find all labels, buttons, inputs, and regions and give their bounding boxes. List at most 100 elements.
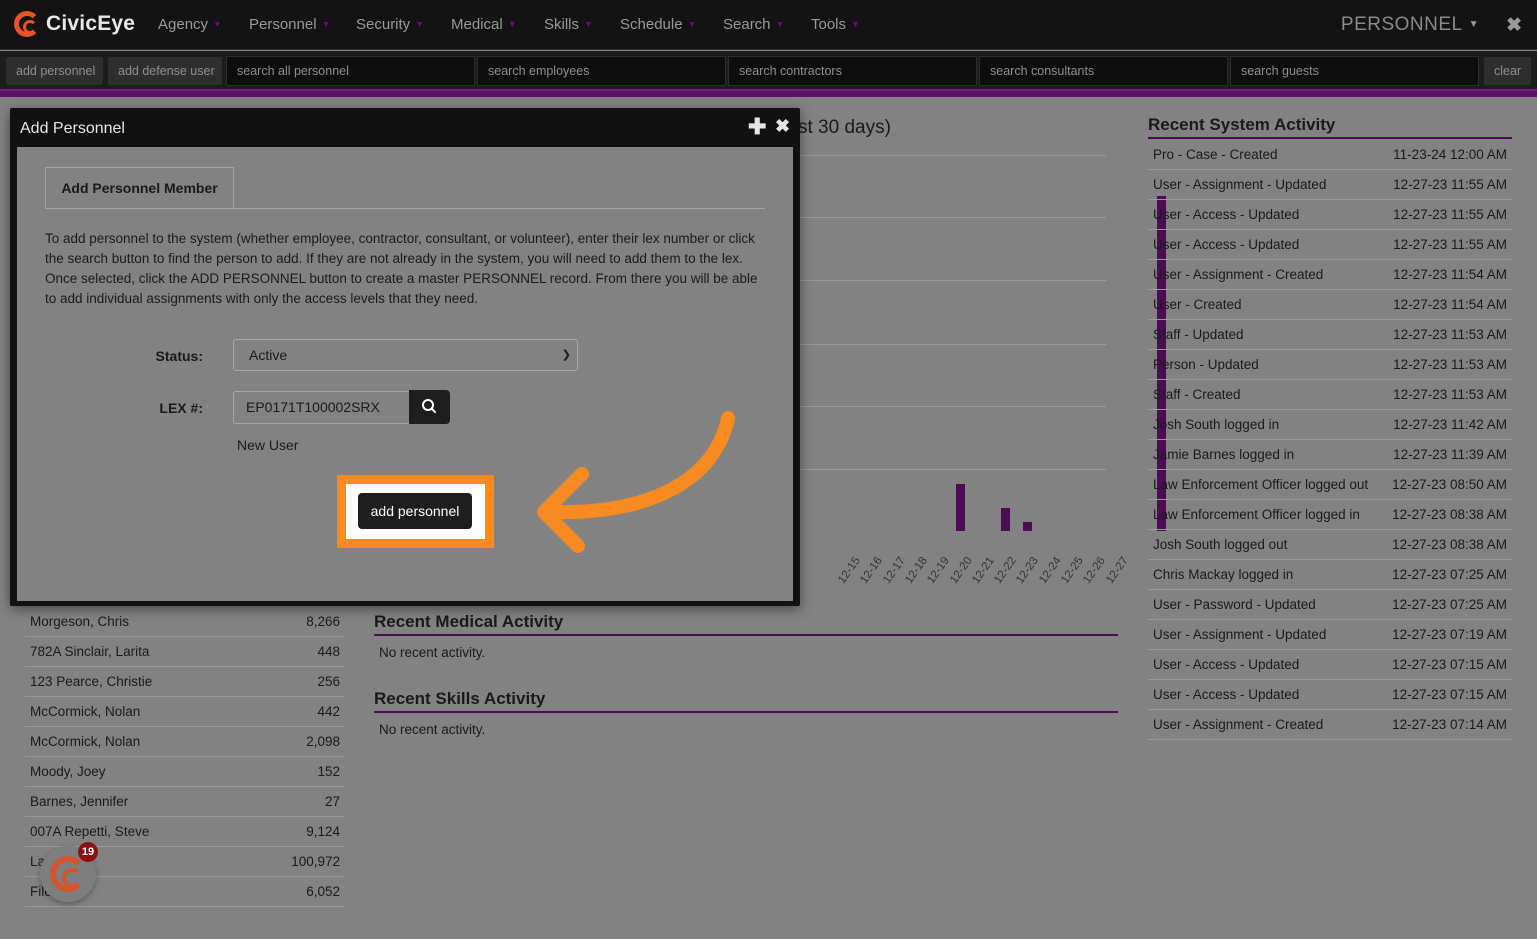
activity-timestamp: 12-27-23 08:38 AM: [1392, 507, 1507, 522]
chart-gridline: [800, 155, 1106, 156]
search-contractors-input[interactable]: search contractors: [728, 56, 977, 86]
activity-event: User - Assignment - Updated: [1153, 627, 1327, 642]
search-guests-input[interactable]: search guests: [1230, 56, 1479, 86]
nav-tools[interactable]: Tools ▼: [811, 16, 860, 33]
activity-event: Staff - Created: [1153, 387, 1241, 402]
list-item-name: 123 Pearce, Christie: [30, 674, 153, 689]
table-row[interactable]: User - Assignment - Created 12-27-23 07:1…: [1148, 710, 1512, 740]
nav-medical[interactable]: Medical ▼: [451, 16, 517, 33]
nav-skills[interactable]: Skills ▼: [544, 16, 593, 33]
list-item-value: 27: [324, 794, 340, 809]
activity-event: Josh South logged in: [1153, 417, 1280, 432]
list-item-value: 8,266: [306, 614, 340, 629]
table-row[interactable]: Law Enforcement Officer logged out 12-27-…: [1148, 470, 1512, 500]
caret-down-icon: ▼: [415, 19, 425, 29]
table-row[interactable]: User - Assignment - Updated 12-27-23 11:5…: [1148, 170, 1512, 200]
search-all-personnel-input[interactable]: search all personnel: [226, 56, 475, 86]
list-item-name: McCormick, Nolan: [30, 704, 141, 719]
civiceye-logo-icon: [50, 856, 86, 892]
divider: [1148, 137, 1512, 139]
civiceye-logo-icon: [14, 11, 40, 37]
activity-chart: [800, 155, 1166, 531]
activity-timestamp: 12-27-23 11:53 AM: [1393, 327, 1507, 342]
divider: [374, 634, 1118, 636]
list-item[interactable]: 007A Repetti, Steve 9,124: [25, 817, 345, 847]
caret-down-icon: ▼: [321, 19, 331, 29]
table-row[interactable]: Jamie Barnes logged in 12-27-23 11:39 AM: [1148, 440, 1512, 470]
top-nav: CivicEye Agency ▼ Personnel ▼ Security ▼ Me…: [0, 0, 1537, 50]
table-row[interactable]: User - Assignment - Updated 12-27-23 07:1…: [1148, 620, 1512, 650]
table-row[interactable]: Staff - Created 12-27-23 11:53 AM: [1148, 380, 1512, 410]
table-row[interactable]: User - Access - Updated 12-27-23 11:55 AM: [1148, 200, 1512, 230]
list-item[interactable]: 782A Sinclair, Larita 448: [25, 637, 345, 667]
activity-event: User - Access - Updated: [1153, 687, 1300, 702]
activity-event: User - Access - Updated: [1153, 207, 1300, 222]
action-toolbar: add personnel add defense user search al…: [0, 51, 1537, 89]
activity-timestamp: 12-27-23 11:42 AM: [1393, 417, 1507, 432]
tab-divider: [45, 208, 765, 209]
table-row[interactable]: User - Access - Updated 12-27-23 11:55 AM: [1148, 230, 1512, 260]
activity-event: User - Assignment - Created: [1153, 267, 1324, 282]
list-item[interactable]: McCormick, Nolan 442: [25, 697, 345, 727]
activity-timestamp: 12-27-23 07:15 AM: [1392, 657, 1507, 672]
add-personnel-toolbar-button[interactable]: add personnel: [6, 57, 103, 85]
table-row[interactable]: Pro - Case - Created 11-23-24 12:00 AM: [1148, 140, 1512, 170]
nav-personnel[interactable]: Personnel ▼: [249, 16, 330, 33]
status-select[interactable]: Active ❯: [233, 339, 578, 371]
caret-down-icon: ▼: [507, 19, 517, 29]
activity-timestamp: 12-27-23 07:25 AM: [1392, 597, 1507, 612]
activity-event: Chris Mackay logged in: [1153, 567, 1294, 582]
table-row[interactable]: Josh South logged out 12-27-23 08:38 AM: [1148, 530, 1512, 560]
nav-security[interactable]: Security ▼: [356, 16, 424, 33]
status-label: Status:: [155, 348, 203, 364]
table-row[interactable]: Staff - Updated 12-27-23 11:53 AM: [1148, 320, 1512, 350]
table-row[interactable]: Josh South logged in 12-27-23 11:42 AM: [1148, 410, 1512, 440]
table-row[interactable]: User - Access - Updated 12-27-23 07:15 AM: [1148, 680, 1512, 710]
status-select-value: Active: [249, 347, 288, 363]
table-row[interactable]: User - Created 12-27-23 11:54 AM: [1148, 290, 1512, 320]
search-icon: [422, 399, 436, 413]
search-consultants-input[interactable]: search consultants: [979, 56, 1228, 86]
list-item[interactable]: McCormick, Nolan 2,098: [25, 727, 345, 757]
table-row[interactable]: Person - Updated 12-27-23 11:53 AM: [1148, 350, 1512, 380]
notification-badge: 19: [78, 842, 98, 862]
close-icon[interactable]: ✖: [1506, 14, 1522, 37]
lex-number-input[interactable]: EP0171T100002SRX: [233, 391, 409, 424]
nav-schedule[interactable]: Schedule ▼: [620, 16, 696, 33]
tab-add-personnel-member[interactable]: Add Personnel Member: [45, 167, 234, 209]
clear-button[interactable]: clear: [1484, 57, 1531, 85]
table-row[interactable]: User - Assignment - Created 12-27-23 11:5…: [1148, 260, 1512, 290]
caret-down-icon: ▼: [851, 19, 860, 29]
add-defense-user-button[interactable]: add defense user: [108, 57, 222, 85]
activity-timestamp: 12-27-23 11:53 AM: [1393, 357, 1507, 372]
activity-timestamp: 12-27-23 07:19 AM: [1392, 627, 1507, 642]
activity-event: Law Enforcement Officer logged out: [1153, 477, 1369, 492]
table-row[interactable]: User - Password - Updated 12-27-23 07:25 …: [1148, 590, 1512, 620]
expand-icon[interactable]: ✚: [748, 114, 766, 140]
chart-bar: [1000, 507, 1010, 531]
lex-search-button[interactable]: [409, 390, 450, 424]
caret-down-icon: ▼: [775, 19, 785, 29]
recent-system-activity-title: Recent System Activity: [1148, 115, 1336, 134]
list-item[interactable]: 123 Pearce, Christie 256: [25, 667, 345, 697]
list-item-name: Morgeson, Chris: [30, 614, 130, 629]
list-item-value: 6,052: [306, 884, 340, 899]
nav-agency[interactable]: Agency ▼: [158, 16, 222, 33]
close-icon[interactable]: ✖: [775, 116, 790, 137]
activity-event: Josh South logged out: [1153, 537, 1288, 552]
list-item-value: 9,124: [306, 824, 340, 839]
table-row[interactable]: Chris Mackay logged in 12-27-23 07:25 AM: [1148, 560, 1512, 590]
list-item[interactable]: Moody, Joey 152: [25, 757, 345, 787]
app-logo[interactable]: CivicEye: [14, 11, 135, 37]
table-row[interactable]: Law Enforcement Officer logged in 12-27-2…: [1148, 500, 1512, 530]
list-item-name: McCormick, Nolan: [30, 734, 141, 749]
list-item[interactable]: Barnes, Jennifer 27: [25, 787, 345, 817]
section-dropdown[interactable]: PERSONNEL ▼: [1341, 14, 1479, 36]
search-employees-input[interactable]: search employees: [477, 56, 726, 86]
table-row[interactable]: User - Access - Updated 12-27-23 07:15 AM: [1148, 650, 1512, 680]
list-item[interactable]: Morgeson, Chris 8,266: [25, 607, 345, 637]
activity-event: User - Access - Updated: [1153, 657, 1300, 672]
nav-search[interactable]: Search ▼: [723, 16, 784, 33]
divider: [374, 711, 1118, 713]
add-personnel-button[interactable]: add personnel: [358, 493, 472, 529]
